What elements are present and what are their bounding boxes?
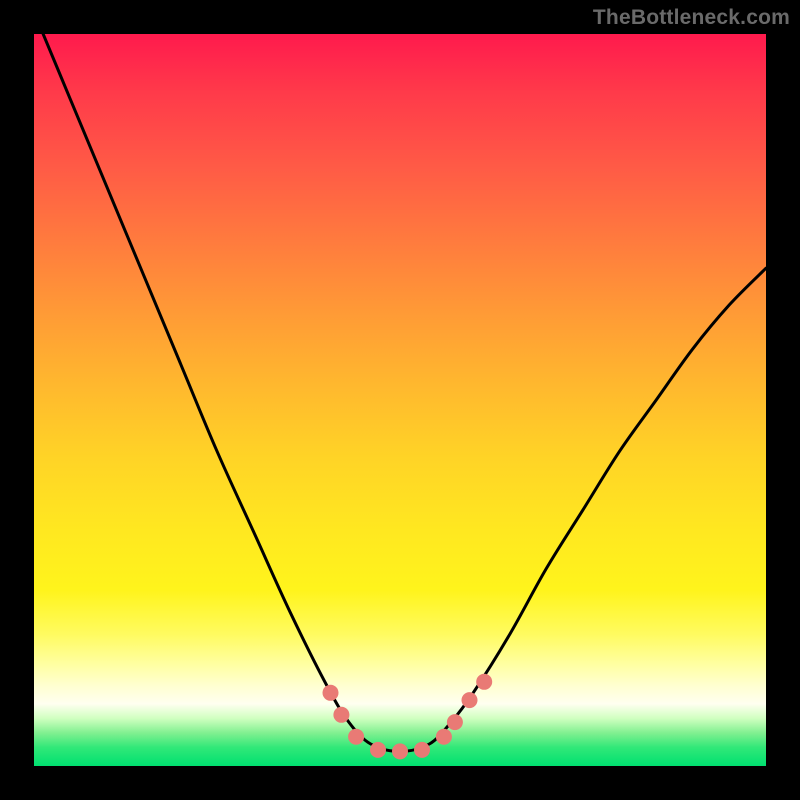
marker-dot — [462, 692, 478, 708]
bottleneck-curve — [34, 34, 766, 751]
chart-frame: TheBottleneck.com — [0, 0, 800, 800]
marker-dot — [348, 729, 364, 745]
curve-layer — [34, 34, 766, 766]
marker-dot — [476, 674, 492, 690]
plot-area — [34, 34, 766, 766]
marker-dot — [436, 729, 452, 745]
marker-dot — [414, 742, 430, 758]
marker-dot — [323, 685, 339, 701]
highlight-markers — [323, 674, 493, 760]
marker-dot — [447, 714, 463, 730]
watermark-text: TheBottleneck.com — [593, 6, 790, 30]
marker-dot — [392, 743, 408, 759]
marker-dot — [333, 707, 349, 723]
marker-dot — [370, 742, 386, 758]
